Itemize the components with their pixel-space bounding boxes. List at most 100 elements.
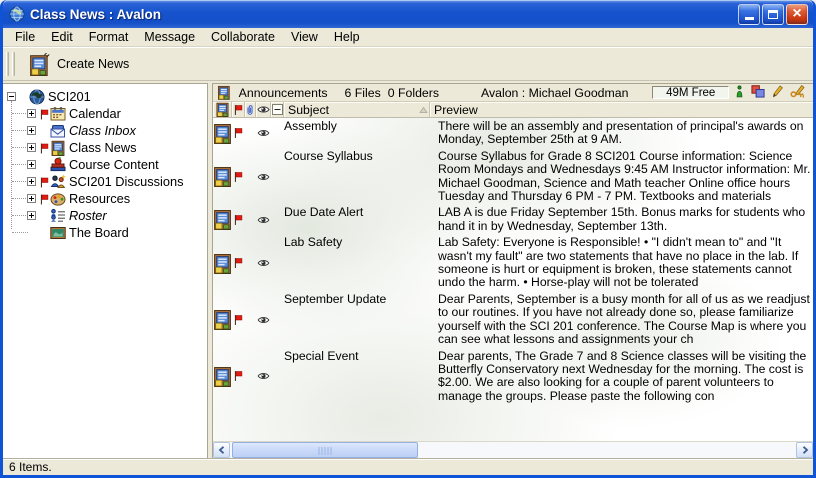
row-preview: LAB A is due Friday September 15th. Bonu… (430, 205, 813, 234)
row-preview: There will be an assembly and presentati… (430, 119, 813, 148)
minimize-icon (745, 17, 754, 20)
menu-help[interactable]: Help (326, 28, 368, 47)
scrollbar-thumb[interactable] (232, 442, 418, 458)
collapse-all-button[interactable] (271, 102, 284, 117)
globe2-icon (29, 89, 45, 105)
edit-pencil-icon[interactable] (772, 85, 783, 98)
expand-box-icon[interactable] (27, 194, 36, 203)
tree-item-the-board[interactable]: The Board (3, 224, 207, 241)
eye-icon (257, 129, 270, 137)
announcement-row[interactable]: Special EventDear parents, The Grade 7 a… (213, 348, 813, 405)
row-subject: Course Syllabus (284, 149, 430, 205)
maximize-button[interactable] (762, 4, 784, 25)
row-preview: Lab Safety: Everyone is Responsible! • "… (430, 235, 813, 291)
tree-item-class-news[interactable]: Class News (3, 139, 207, 156)
eye-icon (257, 173, 270, 181)
discussions-icon (50, 174, 66, 190)
scroll-left-button[interactable] (213, 442, 230, 458)
tree-item-sci201[interactable]: SCI201 (3, 88, 207, 105)
resources-icon (50, 191, 66, 207)
expand-box-icon[interactable] (27, 177, 36, 186)
column-attachment[interactable] (245, 102, 256, 117)
flag-icon (234, 127, 243, 139)
menu-view[interactable]: View (283, 28, 326, 47)
expand-box-icon[interactable] (27, 143, 36, 152)
tree-item-sci201-discussions[interactable]: SCI201 Discussions (3, 173, 207, 190)
tree-item-label: Class Inbox (69, 123, 136, 138)
scrollbar-track[interactable] (230, 442, 796, 458)
chevron-left-icon (218, 446, 226, 454)
tree-item-label: SCI201 Discussions (69, 174, 184, 189)
create-news-button[interactable]: Create News (24, 51, 135, 78)
expand-box-icon[interactable] (27, 109, 36, 118)
row-subject: Assembly (284, 119, 430, 148)
status-bar: 6 Items. (3, 458, 813, 475)
title-bar[interactable]: Class News : Avalon × (3, 0, 813, 28)
tree-item-label: Class News (69, 140, 137, 155)
column-item-icon[interactable] (213, 102, 232, 117)
tree-item-calendar[interactable]: Calendar (3, 105, 207, 122)
files-count: 6 Files (345, 86, 381, 100)
stacked-windows-icon[interactable] (750, 85, 765, 98)
menu-format[interactable]: Format (81, 28, 137, 47)
flag-icon (234, 257, 243, 269)
close-button[interactable]: × (786, 4, 808, 25)
permissions-key-icon[interactable] (790, 85, 807, 98)
menu-collaborate[interactable]: Collaborate (203, 28, 283, 47)
main-area: SCI201CalendarClass Inbox Class NewsCour… (3, 81, 813, 458)
status-text: 6 Items. (9, 460, 52, 474)
eye-icon (257, 216, 270, 224)
announcement-row[interactable]: AssemblyThere will be an assembly and pr… (213, 118, 813, 148)
announcement-row[interactable]: Lab SafetyLab Safety: Everyone is Respon… (213, 234, 813, 291)
paperclip-icon (246, 104, 254, 116)
tree-item-course-content[interactable]: Course Content (3, 156, 207, 173)
maximize-icon (768, 10, 778, 19)
chevron-right-icon (801, 446, 809, 454)
menu-file[interactable]: File (7, 28, 43, 47)
expand-box-icon[interactable] (27, 126, 36, 135)
course-icon (50, 157, 66, 173)
row-subject: September Update (284, 292, 430, 348)
tree-item-class-inbox[interactable]: Class Inbox (3, 122, 207, 139)
announcements-icon (218, 84, 230, 101)
tree-item-label: The Board (69, 225, 129, 240)
folders-count: 0 Folders (388, 86, 439, 100)
scroll-right-button[interactable] (796, 442, 813, 458)
flag-icon (40, 194, 49, 205)
row-preview: Dear parents, The Grade 7 and 8 Science … (430, 349, 813, 405)
column-subject[interactable]: Subject (284, 102, 430, 117)
collapse-box-icon[interactable] (7, 92, 16, 101)
tree-item-resources[interactable]: Resources (3, 190, 207, 207)
menu-edit[interactable]: Edit (43, 28, 81, 47)
announcement-list: AssemblyThere will be an assembly and pr… (213, 118, 813, 441)
inbox-icon (50, 123, 66, 139)
news-icon (214, 309, 231, 330)
minimize-button[interactable] (738, 4, 760, 25)
tree-item-label: Calendar (69, 106, 121, 121)
column-preview[interactable]: Preview (430, 102, 813, 117)
column-flag[interactable] (232, 102, 245, 117)
list-column-header: Subject Preview (213, 102, 813, 118)
online-user-icon[interactable] (736, 85, 743, 98)
toolbar: Create News (3, 47, 813, 81)
connection-info: Avalon : Michael Goodman (481, 86, 628, 100)
announcement-row[interactable]: September UpdateDear Parents, September … (213, 291, 813, 348)
toolbar-grip-2[interactable] (12, 52, 15, 76)
expand-box-icon[interactable] (27, 160, 36, 169)
menu-message[interactable]: Message (136, 28, 203, 47)
announcement-row[interactable]: Course SyllabusCourse Syllabus for Grade… (213, 148, 813, 205)
column-read-status[interactable] (256, 102, 271, 117)
sort-ascending-icon (419, 106, 428, 114)
toolbar-grip[interactable] (6, 52, 9, 76)
flag-icon (40, 143, 49, 154)
flag-icon (234, 370, 243, 382)
news-icon (214, 253, 231, 274)
announcement-row[interactable]: Due Date AlertLAB A is due Friday Septem… (213, 204, 813, 234)
globe-icon (9, 6, 25, 22)
horizontal-scrollbar[interactable] (213, 441, 813, 458)
announcements-panel: Announcements 6 Files 0 Folders Avalon :… (212, 83, 813, 458)
tree-item-roster[interactable]: Roster (3, 207, 207, 224)
panel-title: Announcements (239, 86, 328, 100)
folder-tree: SCI201Calendar Class Inbox Class NewsCour… (3, 83, 208, 458)
expand-box-icon[interactable] (27, 211, 36, 220)
